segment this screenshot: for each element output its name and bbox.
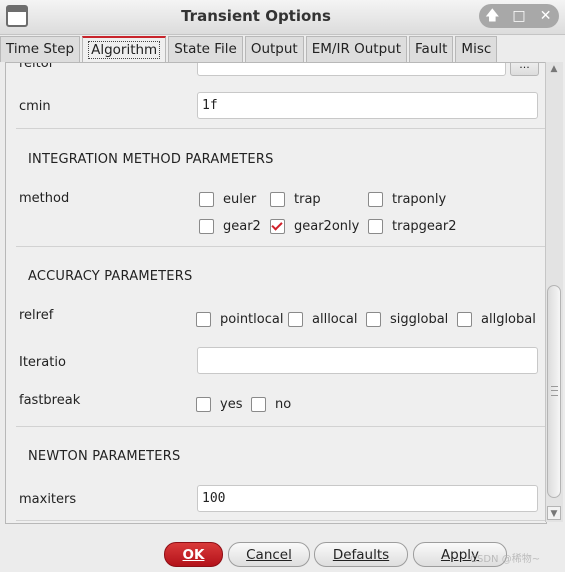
method-euler-label: euler	[223, 192, 257, 207]
method-trap-label: trap	[294, 192, 321, 207]
scroll-up-icon[interactable]: ▲	[548, 64, 560, 76]
cancel-label: Cancel	[246, 547, 292, 563]
reltol-field[interactable]	[197, 63, 506, 76]
tab-algorithm[interactable]: Algorithm	[82, 36, 167, 63]
cmin-label: cmin	[19, 99, 51, 114]
method-traponly-label: traponly	[392, 192, 447, 207]
iteratio-field[interactable]	[197, 347, 538, 374]
cmin-field[interactable]: 1f	[197, 92, 538, 119]
fastbreak-yes-label: yes	[220, 397, 243, 412]
method-gear2-label: gear2	[223, 219, 261, 234]
relref-pointlocal-checkbox[interactable]: pointlocal	[196, 312, 283, 327]
ok-label: OK	[182, 547, 205, 563]
maxiters-field[interactable]: 100	[197, 485, 538, 512]
cancel-button[interactable]: Cancel	[228, 542, 310, 567]
method-gear2-checkbox[interactable]: gear2	[199, 219, 261, 234]
checkbox-box	[199, 219, 214, 234]
vertical-scrollbar[interactable]: ▲ ▼	[545, 62, 563, 522]
checkbox-box	[366, 312, 381, 327]
accuracy-heading: ACCURACY PARAMETERS	[28, 269, 193, 284]
method-gear2only-checkbox[interactable]: gear2only	[270, 219, 359, 234]
iteratio-label: Iteratio	[19, 355, 66, 370]
fastbreak-yes-checkbox[interactable]: yes	[196, 397, 242, 412]
fastbreak-no-checkbox[interactable]: no	[251, 397, 291, 412]
relref-alllocal-checkbox[interactable]: alllocal	[288, 312, 357, 327]
button-bar: OK Cancel Defaults Apply CSDN @稀物~	[0, 536, 565, 572]
checkbox-box	[199, 192, 214, 207]
ok-button[interactable]: OK	[164, 542, 223, 567]
checkbox-box	[270, 192, 285, 207]
divider	[16, 246, 546, 247]
divider	[16, 520, 546, 521]
method-euler-checkbox[interactable]: euler	[199, 192, 256, 207]
checkbox-box	[251, 397, 266, 412]
relref-allglobal-label: allglobal	[481, 312, 536, 327]
close-icon[interactable]: ✕	[535, 5, 557, 27]
tab-state-file[interactable]: State File	[168, 36, 243, 62]
tab-misc[interactable]: Misc	[455, 36, 498, 62]
checkbox-box	[457, 312, 472, 327]
method-gear2only-label: gear2only	[294, 219, 360, 234]
defaults-button[interactable]: Defaults	[314, 542, 408, 567]
newton-heading: NEWTON PARAMETERS	[28, 449, 181, 464]
fastbreak-label: fastbreak	[19, 393, 81, 408]
relref-label: relref	[19, 308, 54, 323]
method-trap-checkbox[interactable]: trap	[270, 192, 321, 207]
scrollbar-thumb[interactable]	[547, 285, 561, 498]
integration-heading: INTEGRATION METHOD PARAMETERS	[28, 152, 274, 167]
checkmark-icon	[270, 219, 285, 234]
title-bar: Transient Options 🡅 □ ✕	[0, 0, 565, 35]
tab-output[interactable]: Output	[244, 36, 304, 62]
relref-alllocal-label: alllocal	[312, 312, 358, 327]
window-title: Transient Options	[181, 7, 331, 25]
window-controls: 🡅 □ ✕	[479, 4, 559, 28]
method-trapgear2-label: trapgear2	[392, 219, 457, 234]
tab-algorithm-label: Algorithm	[88, 41, 161, 59]
maximize-icon[interactable]: □	[508, 5, 530, 27]
tab-time-step[interactable]: Time Step	[0, 36, 81, 62]
fastbreak-no-label: no	[275, 397, 292, 412]
method-traponly-checkbox[interactable]: traponly	[368, 192, 446, 207]
relref-sigglobal-checkbox[interactable]: sigglobal	[366, 312, 448, 327]
relref-sigglobal-label: sigglobal	[390, 312, 449, 327]
checkbox-box	[368, 192, 383, 207]
checkbox-box	[288, 312, 303, 327]
method-trapgear2-checkbox[interactable]: trapgear2	[368, 219, 457, 234]
tab-bar: Time Step Algorithm State File Output EM…	[0, 36, 499, 63]
scroll-down-icon[interactable]: ▼	[547, 506, 561, 520]
relref-allglobal-checkbox[interactable]: allglobal	[457, 312, 536, 327]
divider	[16, 128, 546, 129]
tab-fault[interactable]: Fault	[409, 36, 454, 62]
scroll-content: reltol ... cmin 1f INTEGRATION METHOD PA…	[6, 63, 546, 523]
browse-button[interactable]: ...	[510, 63, 539, 76]
grip-icon	[551, 386, 558, 396]
relref-pointlocal-label: pointlocal	[220, 312, 284, 327]
checkbox-box	[196, 397, 211, 412]
defaults-label: Defaults	[332, 547, 390, 563]
minimize-icon[interactable]: 🡅	[481, 5, 503, 27]
checkbox-box	[196, 312, 211, 327]
algorithm-panel: reltol ... cmin 1f INTEGRATION METHOD PA…	[5, 62, 547, 524]
maxiters-label: maxiters	[19, 492, 77, 507]
tab-em-ir-output[interactable]: EM/IR Output	[305, 36, 408, 62]
checkbox-box	[368, 219, 383, 234]
method-label: method	[19, 191, 70, 206]
divider	[16, 426, 546, 427]
watermark: CSDN @稀物~	[470, 554, 541, 565]
reltol-label: reltol	[19, 62, 53, 71]
